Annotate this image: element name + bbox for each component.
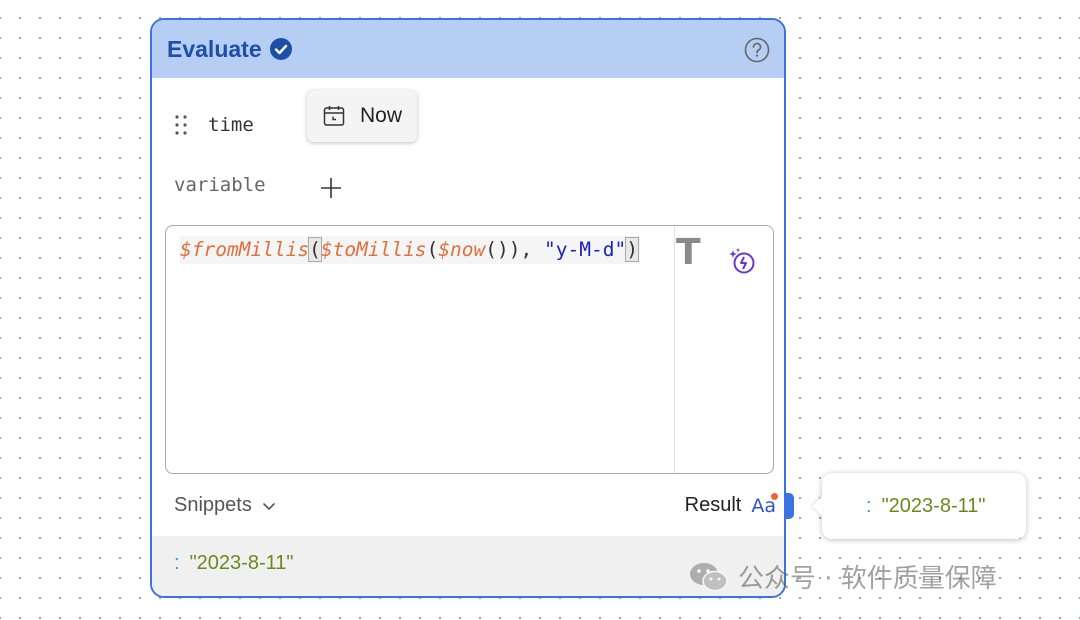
token-string: "y-M-d" <box>544 238 627 261</box>
editor-gutter-divider <box>674 226 675 473</box>
result-popup: : "2023-8-11" <box>812 473 1026 539</box>
result-controls: Result Aa <box>684 492 778 517</box>
token-paren: ( <box>426 238 439 261</box>
wechat-icon <box>690 562 728 591</box>
snippets-label: Snippets <box>174 494 252 516</box>
check-circle-icon <box>269 38 292 60</box>
now-button-label: Now <box>359 104 402 127</box>
result-preview: : "2023-8-11" <box>174 552 293 575</box>
output-port-handle[interactable] <box>784 493 794 519</box>
popup-result: : "2023-8-11" <box>866 495 985 518</box>
magic-wand-icon[interactable] <box>727 246 757 276</box>
token-function: $now <box>438 238 486 261</box>
expression-editor[interactable]: $fromMillis($toMillis($now()), "y-M-d") … <box>165 225 774 474</box>
popup-value: "2023-8-11" <box>881 495 986 517</box>
calendar-icon <box>323 106 345 126</box>
result-label: Result <box>684 494 742 516</box>
chevron-down-icon <box>263 502 275 510</box>
result-colon: : <box>174 552 180 574</box>
token-function: $toMillis <box>320 238 427 261</box>
plus-icon[interactable] <box>320 177 342 199</box>
token-paren: ( <box>308 237 322 262</box>
format-toggle[interactable]: Aa <box>751 492 778 517</box>
expression-code[interactable]: $fromMillis($toMillis($now()), "y-M-d") <box>180 236 640 264</box>
help-circle-icon[interactable] <box>744 37 770 63</box>
notification-dot <box>771 492 778 500</box>
now-button[interactable]: Now <box>307 90 417 142</box>
popup-arrow <box>812 495 823 517</box>
drag-handle-icon[interactable] <box>174 114 188 136</box>
watermark-text: 公众号 · 软件质量保障 <box>738 564 997 594</box>
token-paren: ) <box>625 237 639 262</box>
time-row: time <box>174 110 254 140</box>
variable-label: variable <box>174 174 266 196</box>
token-punct: ()), <box>485 238 533 261</box>
result-value: "2023-8-11" <box>189 552 294 574</box>
variable-row: variable <box>174 170 266 200</box>
watermark: 公众号 · 软件质量保障 <box>688 558 997 595</box>
node-title: Evaluate <box>167 35 262 62</box>
text-cursor-glyph: T <box>676 232 701 273</box>
input-port-handle[interactable] <box>150 174 152 198</box>
snippets-dropdown[interactable]: Snippets <box>174 494 276 517</box>
evaluate-node[interactable]: Evaluate time Now variable $fromMillis($… <box>150 18 786 598</box>
token-function: $fromMillis <box>180 238 310 261</box>
time-variable-label: time <box>208 114 254 136</box>
popup-colon: : <box>866 495 872 517</box>
node-header: Evaluate <box>152 20 784 78</box>
